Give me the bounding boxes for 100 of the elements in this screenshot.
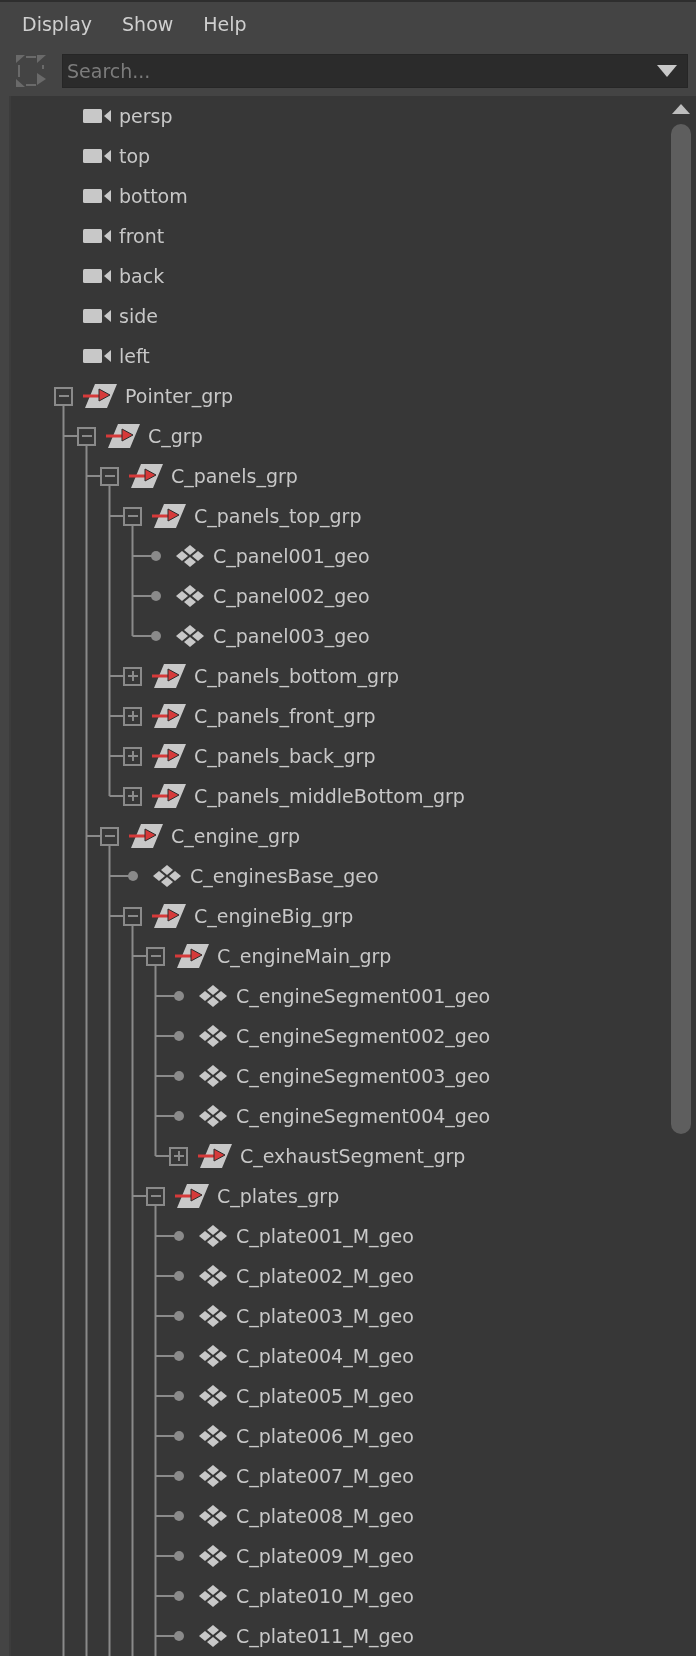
outliner-item-label[interactable]: front [119,225,165,247]
expand-toggle[interactable] [123,706,142,726]
group-transform-icon [175,1184,209,1208]
collapse-toggle[interactable] [146,946,165,966]
node-dot-icon [173,1511,184,1521]
camera-icon [83,228,111,244]
outliner-item-label[interactable]: C_plate009_M_geo [236,1545,414,1567]
mesh-icon [198,1345,228,1367]
menu-item[interactable]: Show [122,13,174,35]
outliner-item-label[interactable]: C_grp [148,425,203,447]
collapse-toggle[interactable] [123,506,142,526]
group-transform-icon [83,384,117,408]
outliner-item-label[interactable]: C_plate011_M_geo [236,1625,414,1647]
mesh-icon [198,1505,228,1527]
outliner-item-label[interactable]: C_plate006_M_geo [236,1425,414,1447]
menu-item[interactable]: Help [203,13,247,35]
scrollbar-thumb[interactable] [671,124,691,1134]
mesh-icon [198,1385,228,1407]
group-transform-icon [198,1144,232,1168]
outliner-item-label[interactable]: top [119,145,151,167]
mesh-icon [198,1465,228,1487]
outliner-item-label[interactable]: C_plate001_M_geo [236,1225,414,1247]
mesh-icon [198,985,228,1007]
outliner-item-label[interactable]: C_engineSegment003_geo [236,1065,491,1087]
plus-icon [125,789,140,803]
node-dot-icon [150,551,161,561]
frame-selection-icon[interactable] [16,55,46,87]
node-dot-icon [173,1031,184,1041]
plus-icon [125,749,140,763]
camera-icon [83,108,111,124]
node-dot-icon [150,631,161,641]
mesh-icon [198,1425,228,1447]
group-transform-icon [152,904,186,928]
mesh-icon [198,1225,228,1247]
mesh-icon [198,1265,228,1287]
outliner-item-label[interactable]: C_panels_back_grp [194,745,376,767]
outliner-item-label[interactable]: left [119,345,150,367]
camera-icon [83,268,111,284]
group-transform-icon [152,704,186,728]
node-dot-icon [173,1271,184,1281]
outliner-item-label[interactable]: C_panels_front_grp [194,705,376,727]
outliner-item-label[interactable]: C_plate003_M_geo [236,1305,414,1327]
outliner-item-label[interactable]: C_engineSegment002_geo [236,1025,491,1047]
plus-icon [171,1149,186,1163]
outliner-item-label[interactable]: C_engineSegment001_geo [236,985,491,1007]
camera-icon [83,148,111,164]
expand-toggle[interactable] [123,746,142,766]
node-dot-icon [173,1311,184,1321]
outliner-item-label[interactable]: bottom [119,185,188,207]
node-dot-icon [173,1631,184,1641]
outliner-item-label[interactable]: C_engineSegment004_geo [236,1105,491,1127]
camera-icon [83,308,111,324]
outliner-item-label[interactable]: C_panel002_geo [213,585,370,607]
collapse-toggle[interactable] [123,906,142,926]
outliner-item-label[interactable]: C_engine_grp [171,825,300,847]
expand-toggle[interactable] [123,666,142,686]
expand-toggle[interactable] [123,786,142,806]
outliner-item-label[interactable]: C_plate005_M_geo [236,1385,414,1407]
outliner-item-label[interactable]: C_plate002_M_geo [236,1265,414,1287]
outliner-item-label[interactable]: C_plate004_M_geo [236,1345,414,1367]
dropdown-caret-icon[interactable] [657,65,677,77]
collapse-toggle[interactable] [77,426,96,446]
outliner-item-label[interactable]: side [119,305,158,327]
outliner-item-label[interactable]: C_enginesBase_geo [190,865,379,887]
camera-icon [83,188,111,204]
collapse-toggle[interactable] [146,1186,165,1206]
expand-toggle[interactable] [169,1146,188,1166]
outliner-item-label[interactable]: Pointer_grp [125,385,234,407]
outliner-item-label[interactable]: C_panels_grp [171,465,298,487]
collapse-toggle[interactable] [54,386,73,406]
mesh-icon [198,1065,228,1087]
outliner-item-label[interactable]: C_plate008_M_geo [236,1505,414,1527]
collapse-toggle[interactable] [100,466,119,486]
outliner-item-label[interactable]: C_panel001_geo [213,545,370,567]
group-transform-icon [152,504,186,528]
node-dot-icon [173,1431,184,1441]
outliner-item-label[interactable]: C_exhaustSegment_grp [240,1145,466,1167]
outliner-item-label[interactable]: C_plate010_M_geo [236,1585,414,1607]
outliner-item-label[interactable]: C_panels_top_grp [194,505,362,527]
outliner-item-label[interactable]: back [119,265,165,287]
outliner-item-label[interactable]: C_plates_grp [217,1185,340,1207]
mesh-icon [198,1545,228,1567]
menu-item[interactable]: Display [22,13,93,35]
outliner-item-label[interactable]: C_panels_middleBottom_grp [194,785,465,807]
outliner-item-label[interactable]: persp [119,105,173,127]
outliner-item-label[interactable]: C_engineBig_grp [194,905,354,927]
node-dot-icon [173,1471,184,1481]
outliner-item-label[interactable]: C_panels_bottom_grp [194,665,400,687]
mesh-icon [152,865,182,887]
outliner-item-label[interactable]: C_panel003_geo [213,625,370,647]
mesh-icon [198,1305,228,1327]
outliner-item-label[interactable]: C_plate007_M_geo [236,1465,414,1487]
scroll-up-icon[interactable] [672,104,690,114]
group-transform-icon [129,464,163,488]
search-input[interactable]: Search... [67,60,657,82]
outliner-item-label[interactable]: C_engineMain_grp [217,945,392,967]
mesh-icon [175,585,205,607]
search-bar[interactable]: Search... [62,54,688,88]
node-dot-icon [173,1591,184,1601]
collapse-toggle[interactable] [100,826,119,846]
